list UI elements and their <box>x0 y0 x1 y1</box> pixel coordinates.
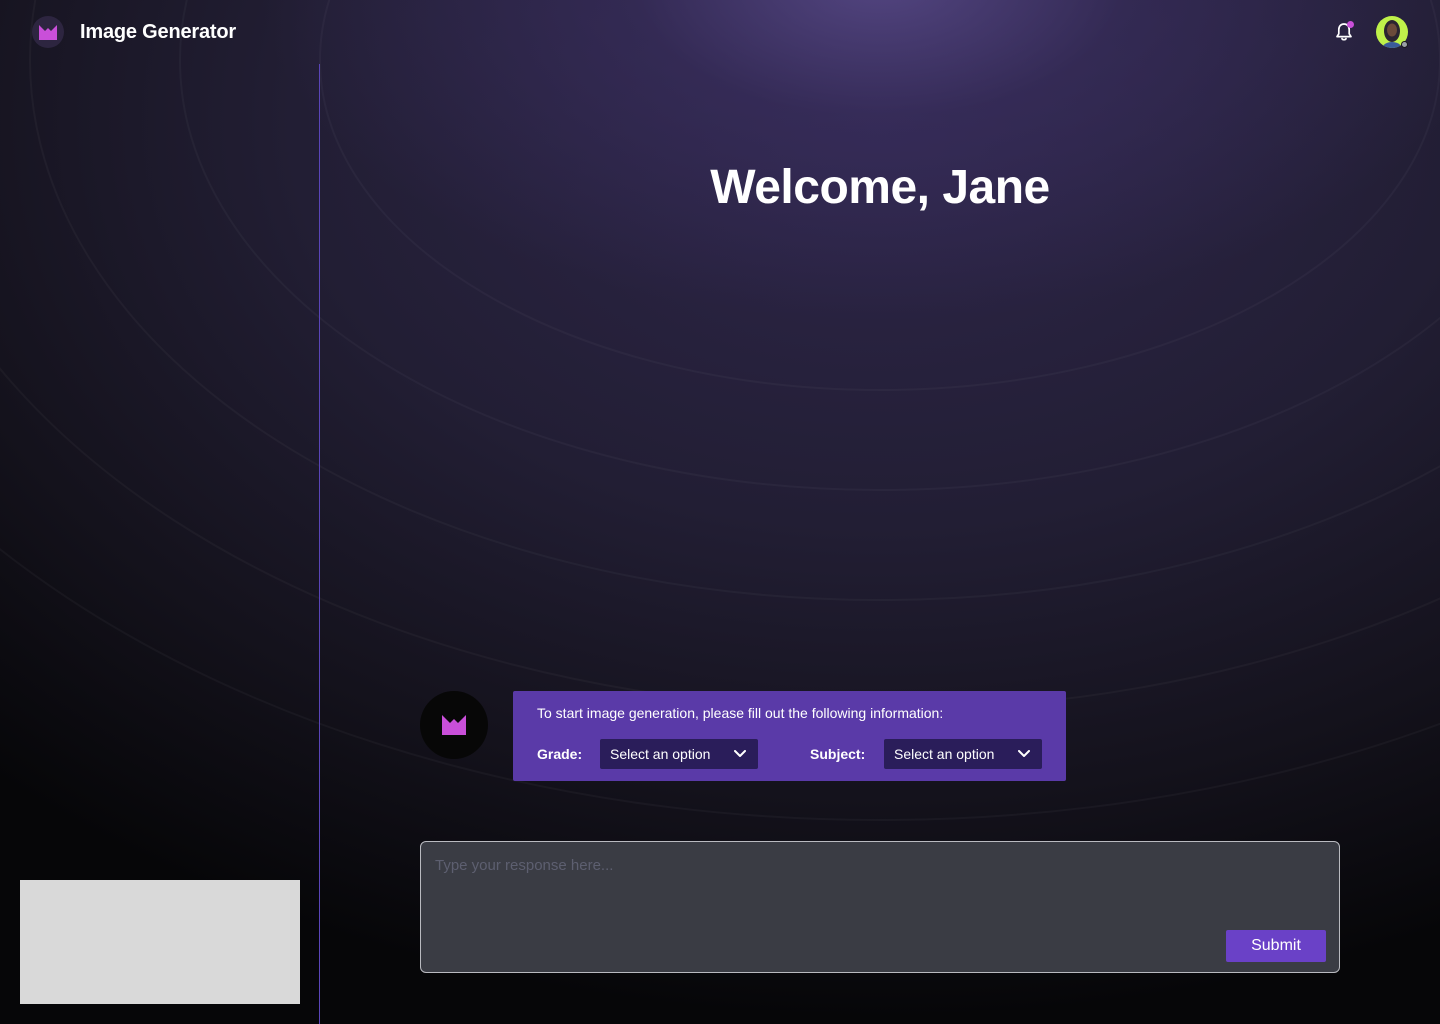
response-input[interactable] <box>421 842 1339 972</box>
grade-label: Grade: <box>537 746 583 762</box>
submit-button[interactable]: Submit <box>1226 930 1326 962</box>
chevron-down-icon <box>1018 750 1030 757</box>
welcome-heading: Welcome, Jane <box>710 161 1050 214</box>
notification-badge <box>1347 21 1354 28</box>
notification-button[interactable] <box>1333 21 1355 43</box>
m-logo-icon <box>442 715 466 735</box>
top-bar: Image Generator <box>0 0 1440 64</box>
brand[interactable]: Image Generator <box>32 16 236 48</box>
chevron-down-icon <box>734 750 746 757</box>
subject-select-value: Select an option <box>894 746 995 762</box>
bot-message-text: To start image generation, please fill o… <box>537 705 944 721</box>
status-indicator <box>1401 41 1408 48</box>
response-composer: Submit <box>420 841 1340 973</box>
grade-select-value: Select an option <box>610 746 711 762</box>
subject-select[interactable]: Select an option <box>884 739 1042 769</box>
m-logo-icon <box>32 16 64 48</box>
bot-avatar <box>420 691 488 759</box>
subject-label: Subject: <box>810 746 866 762</box>
app-title: Image Generator <box>80 20 236 43</box>
bot-message-card: To start image generation, please fill o… <box>513 691 1066 781</box>
grade-select[interactable]: Select an option <box>600 739 758 769</box>
sidebar-placeholder-box <box>20 880 300 1004</box>
